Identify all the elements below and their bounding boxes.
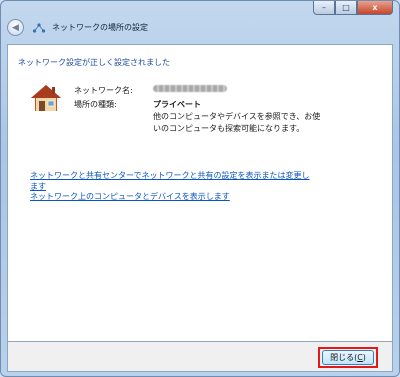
location-type-value: プライベート	[153, 100, 201, 109]
network-name-value	[153, 85, 227, 94]
close-button[interactable]: 閉じる(C)	[322, 350, 374, 365]
success-heading: ネットワーク設定が正しく設定されました	[18, 58, 170, 67]
window-close-button[interactable]: x	[357, 1, 393, 15]
title-bar: ◀ ネットワークの場所の設定	[7, 19, 148, 36]
network-name-label: ネットワーク名:	[74, 86, 133, 95]
location-description: 他のコンピュータやデバイスを参照でき、お使いのコンピュータも探索可能になります。	[153, 112, 321, 133]
caption-buttons: – □ x	[313, 1, 393, 15]
dialog-window: – □ x ◀ ネットワークの場所の設定 ネットワーク設定が正しく設定されました…	[0, 0, 400, 377]
location-type-label: 場所の種類:	[74, 100, 117, 109]
close-button-label: 閉じる(	[330, 353, 358, 362]
house-icon	[31, 85, 61, 111]
close-button-suffix: )	[362, 353, 366, 362]
minimize-button[interactable]: –	[313, 1, 335, 15]
maximize-button[interactable]: □	[335, 1, 357, 15]
view-devices-link[interactable]: ネットワーク上のコンピュータとデバイスを表示します	[30, 191, 230, 202]
network-name-redacted	[153, 85, 227, 92]
sharing-center-link-line1: ネットワークと共有センターでネットワークと共有の設定を表示または変更し	[30, 171, 310, 180]
close-button-highlight: 閉じる(C)	[318, 347, 378, 368]
content-panel: ネットワーク設定が正しく設定されました ネットワーク名: 場所の種類: プライベ…	[7, 44, 393, 342]
back-arrow-icon[interactable]: ◀	[7, 19, 24, 36]
window-title: ネットワークの場所の設定	[52, 23, 148, 32]
network-icon	[32, 22, 46, 33]
sharing-center-link[interactable]: ネットワークと共有センターでネットワークと共有の設定を表示または変更し ます	[30, 170, 310, 192]
footer-bar: 閉じる(C)	[7, 342, 393, 372]
